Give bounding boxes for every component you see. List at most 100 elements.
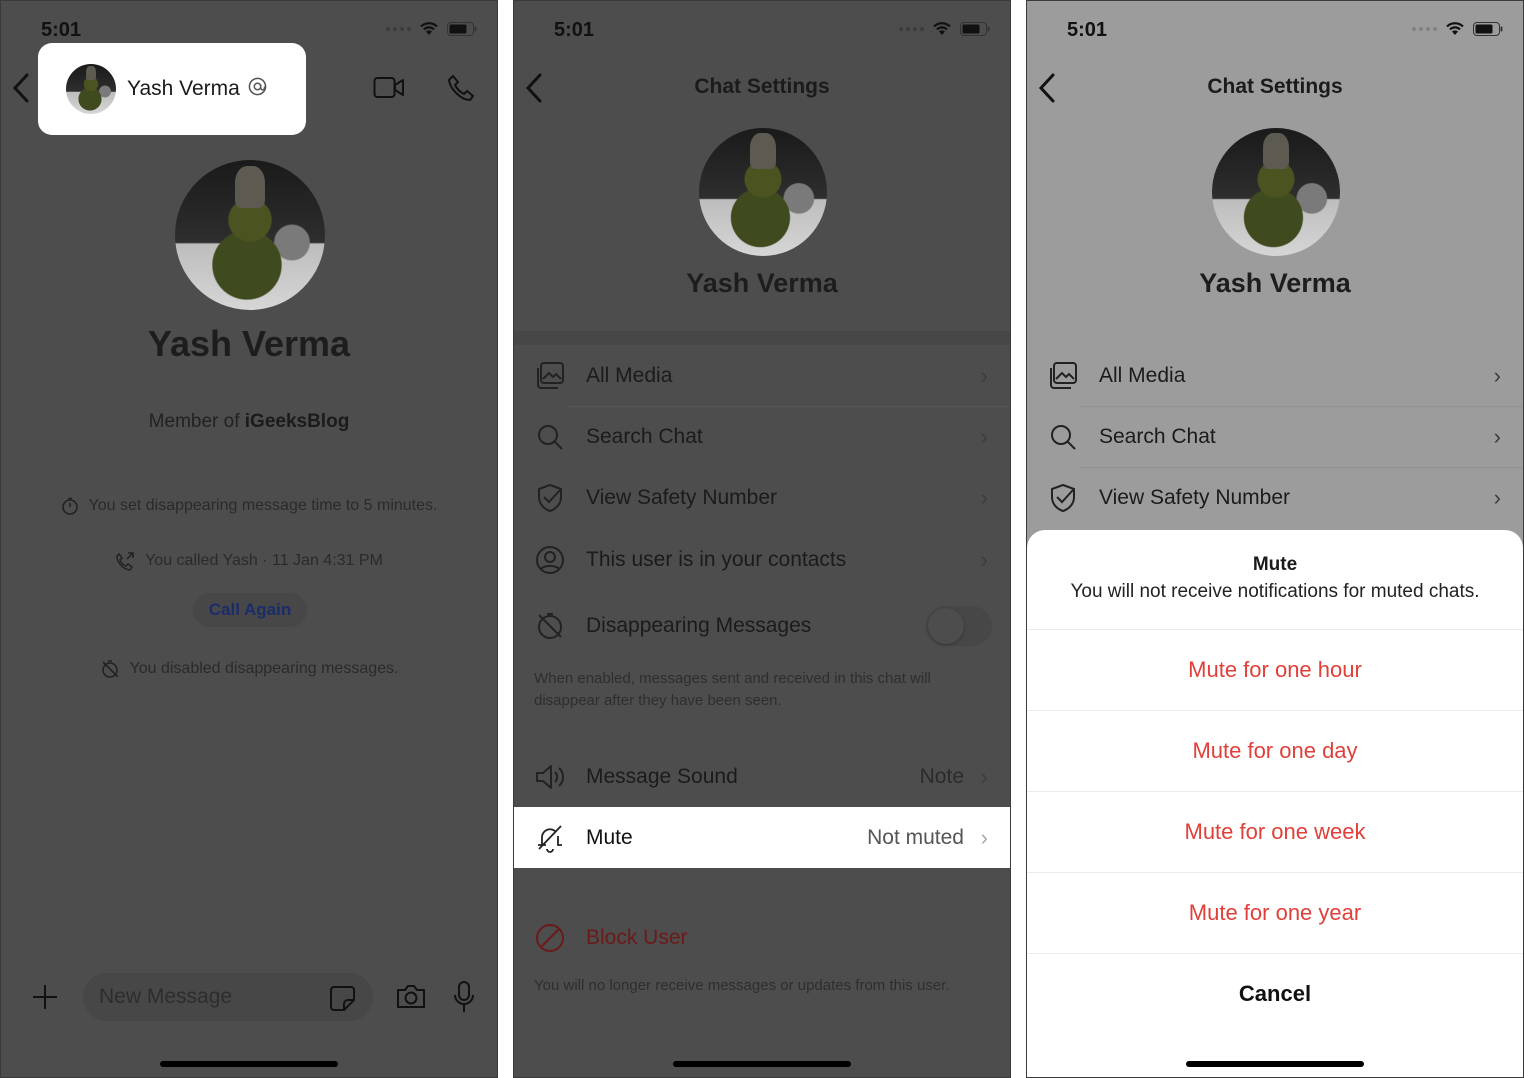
chevron-right-icon: › [980, 362, 988, 388]
cancel-button[interactable]: Cancel [1027, 953, 1523, 1034]
media-icon [534, 360, 566, 392]
settings-row-search-chat[interactable]: Search Chat › [1027, 406, 1523, 467]
settings-row-disappearing-messages: Disappearing Messages [514, 595, 1010, 656]
shield-check-icon [1047, 482, 1079, 514]
video-call-button[interactable] [373, 75, 405, 106]
phone-icon [448, 75, 474, 101]
sheet-message: You will not receive notifications for m… [1070, 581, 1480, 602]
chevron-right-icon: › [980, 484, 988, 510]
video-camera-icon [373, 77, 404, 98]
system-message-text: You set disappearing message time to 5 m… [88, 497, 438, 514]
signal-icon [386, 26, 411, 31]
back-button[interactable] [11, 71, 31, 111]
profile-name: Yash Verma [147, 323, 351, 364]
row-label: Mute [586, 825, 633, 849]
timer-off-icon [534, 610, 566, 642]
sticker-icon [330, 986, 355, 1011]
settings-row-all-media[interactable]: All Media › [1027, 345, 1523, 406]
member-prefix: Member of [148, 411, 240, 432]
home-indicator [673, 1061, 851, 1067]
home-indicator [160, 1061, 338, 1067]
battery-icon [1473, 21, 1503, 36]
row-label: Disappearing Messages [586, 613, 812, 637]
signal-icon [1412, 26, 1437, 31]
chevron-right-icon: › [1493, 362, 1501, 388]
contact-header-button[interactable]: Yash Verma [38, 43, 306, 135]
row-label: View Safety Number [586, 485, 778, 509]
speaker-icon [534, 761, 566, 793]
block-icon [534, 922, 566, 954]
chevron-right-icon: › [980, 546, 988, 572]
sticker-button[interactable] [328, 984, 356, 1017]
settings-row-message-sound[interactable]: Message Sound Note › [514, 746, 1010, 807]
page-title: Chat Settings [694, 75, 830, 98]
settings-row-all-media[interactable]: All Media › [514, 345, 1010, 406]
mute-one-day-button[interactable]: Mute for one day [1027, 710, 1523, 791]
call-event: You called Yash · 11 Jan 4:31 PM [1, 551, 497, 571]
at-icon [248, 77, 267, 101]
shield-check-icon [534, 482, 566, 514]
chevron-right-icon: › [1493, 484, 1501, 510]
attach-button[interactable] [31, 983, 59, 1016]
system-message: You disabled disappearing messages. [1, 659, 497, 679]
profile-avatar[interactable] [699, 128, 827, 256]
settings-row-contact[interactable]: This user is in your contacts › [514, 529, 1010, 590]
voice-call-button[interactable] [446, 74, 476, 109]
group-membership: Member of iGeeksBlog [1, 411, 497, 433]
outgoing-call-icon [116, 552, 134, 571]
settings-row-mute[interactable]: Mute Not muted › [514, 807, 1010, 868]
system-message-text: You disabled disappearing messages. [129, 660, 399, 677]
settings-row-block-user[interactable]: Block User [514, 907, 1010, 968]
battery-icon [960, 21, 990, 36]
settings-row-search-chat[interactable]: Search Chat › [514, 406, 1010, 467]
row-label: Message Sound [586, 764, 738, 788]
bell-slash-icon [534, 822, 566, 854]
mute-action-sheet: Mute You will not receive notifications … [1027, 530, 1523, 1077]
contact-icon [534, 544, 566, 576]
settings-row-safety-number[interactable]: View Safety Number › [514, 467, 1010, 528]
status-icons [386, 21, 477, 36]
call-again-button[interactable]: Call Again [193, 593, 307, 627]
chevron-right-icon: › [980, 824, 988, 850]
home-indicator [1186, 1061, 1364, 1067]
profile-avatar[interactable] [175, 160, 325, 310]
mute-one-week-button[interactable]: Mute for one week [1027, 791, 1523, 872]
row-label: All Media [586, 363, 673, 387]
message-composer [1, 973, 497, 1023]
mute-options-screen: 5:01 Chat Settings Yash Verma All Media … [1026, 0, 1524, 1078]
signal-icon [899, 26, 924, 31]
plus-icon [33, 985, 57, 1009]
section-divider [514, 331, 1010, 345]
sheet-title: Mute [1252, 554, 1298, 575]
status-time: 5:01 [1067, 19, 1108, 41]
profile-name: Yash Verma [686, 268, 838, 298]
settings-row-safety-number[interactable]: View Safety Number › [1027, 467, 1523, 528]
chat-settings-screen: 5:01 Chat Settings Yash Verma All Media … [513, 0, 1011, 1078]
mute-one-hour-button[interactable]: Mute for one hour [1027, 629, 1523, 710]
timer-icon [61, 497, 78, 515]
status-time: 5:01 [41, 19, 82, 41]
mute-one-year-button[interactable]: Mute for one year [1027, 872, 1523, 953]
page-title: Chat Settings [1207, 75, 1343, 98]
row-label: This user is in your contacts [586, 547, 847, 571]
row-value: Note [919, 764, 964, 788]
conversation-screen: 5:01 Yash Verma Yash Verma Member of iGe… [0, 0, 498, 1078]
status-icons [1412, 21, 1503, 36]
wifi-icon [1446, 22, 1464, 35]
chevron-right-icon: › [980, 423, 988, 449]
chevron-right-icon: › [1493, 423, 1501, 449]
call-event-text: You called Yash · 11 Jan 4:31 PM [145, 552, 383, 569]
row-value: Not muted [867, 825, 964, 849]
avatar [66, 64, 116, 114]
media-icon [1047, 360, 1079, 392]
contact-name: Yash Verma [127, 77, 240, 100]
voice-note-button[interactable] [452, 980, 476, 1019]
member-group: iGeeksBlog [244, 411, 350, 432]
camera-icon [397, 985, 425, 1008]
profile-avatar[interactable] [1212, 128, 1340, 256]
battery-icon [447, 21, 477, 36]
disappearing-footnote: When enabled, messages sent and received… [534, 670, 931, 709]
status-icons [899, 21, 990, 36]
camera-button[interactable] [395, 982, 427, 1015]
disappearing-messages-toggle[interactable] [926, 605, 992, 646]
